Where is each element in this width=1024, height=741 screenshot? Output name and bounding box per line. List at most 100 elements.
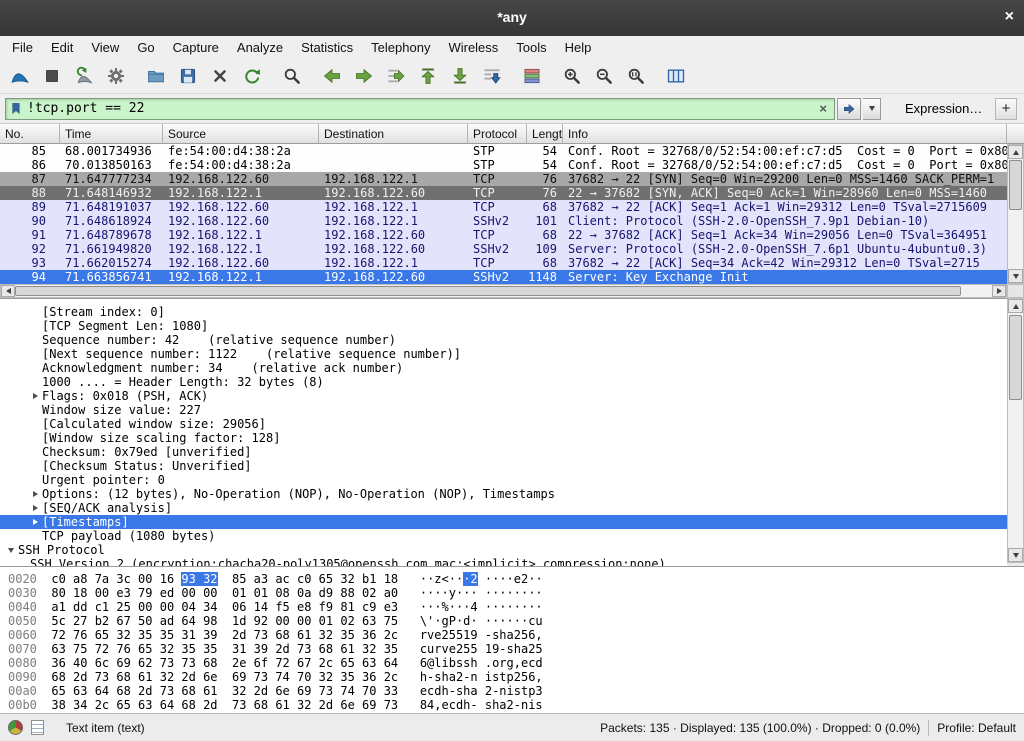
hex-row-0020[interactable]: 0020 c0 a8 7a 3c 00 16 93 32 85 a3 ac c0… [0,572,1024,586]
menu-file[interactable]: File [3,38,42,57]
menu-edit[interactable]: Edit [42,38,82,57]
hex-row-0070[interactable]: 0070 63 75 72 76 65 32 35 35 31 39 2d 73… [0,642,1024,656]
hex-row-0080[interactable]: 0080 36 40 6c 69 62 73 73 68 2e 6f 72 67… [0,656,1024,670]
column-header-length[interactable]: Length [527,124,563,144]
scroll-up-button[interactable] [1008,145,1023,159]
find-packet-button[interactable] [278,63,306,89]
start-capture-button[interactable] [6,63,34,89]
detail-row[interactable]: [Window size scaling factor: 128] [0,431,1007,445]
packet-row-89[interactable]: 8971.648191037192.168.122.60192.168.122.… [0,200,1007,214]
detail-row[interactable]: TCP payload (1080 bytes) [0,529,1007,543]
scroll-right-button[interactable] [992,285,1006,297]
column-header-destination[interactable]: Destination [319,124,468,144]
go-to-packet-button[interactable] [382,63,410,89]
colorize-packets-button[interactable] [518,63,546,89]
packet-row-87[interactable]: 8771.647777234192.168.122.60192.168.122.… [0,172,1007,186]
scroll-left-button[interactable] [1,285,15,297]
reload-file-button[interactable] [238,63,266,89]
filter-apply-button[interactable] [837,98,861,120]
packet-row-86[interactable]: 8670.013850163fe:54:00:d4:38:2aSTP54Conf… [0,158,1007,172]
go-forward-button[interactable] [350,63,378,89]
hex-row-0030[interactable]: 0030 80 18 00 e3 79 ed 00 00 01 01 08 0a… [0,586,1024,600]
menu-tools[interactable]: Tools [507,38,555,57]
hex-row-0040[interactable]: 0040 a1 dd c1 25 00 00 04 34 06 14 f5 e8… [0,600,1024,614]
menu-go[interactable]: Go [128,38,163,57]
restart-capture-button[interactable] [70,63,98,89]
zoom-in-button[interactable] [558,63,586,89]
hex-row-0090[interactable]: 0090 68 2d 73 68 61 32 2d 6e 69 73 74 70… [0,670,1024,684]
menu-help[interactable]: Help [556,38,601,57]
go-last-button[interactable] [446,63,474,89]
scroll-down-button[interactable] [1008,548,1023,562]
packet-row-94[interactable]: 9471.663856741192.168.122.1192.168.122.6… [0,270,1007,284]
menu-view[interactable]: View [82,38,128,57]
filter-bookmark-icon[interactable] [10,101,23,116]
column-header-source[interactable]: Source [163,124,319,144]
menu-telephony[interactable]: Telephony [362,38,439,57]
detail-row[interactable]: Acknowledgment number: 34 (relative ack … [0,361,1007,375]
detail-row[interactable]: Window size value: 227 [0,403,1007,417]
scroll-up-button[interactable] [1008,299,1023,313]
capture-options-button[interactable] [102,63,130,89]
menu-analyze[interactable]: Analyze [228,38,292,57]
detail-row[interactable]: Options: (12 bytes), No-Operation (NOP),… [0,487,1007,501]
filter-add-button[interactable]: + [995,98,1017,120]
auto-scroll-button[interactable] [478,63,506,89]
filter-history-dropdown[interactable] [863,98,881,120]
expander-icon[interactable] [28,393,42,399]
status-profile[interactable]: Profile: Default [937,721,1016,735]
column-header-time[interactable]: Time [60,124,163,144]
expander-icon[interactable] [28,491,42,497]
detail-row[interactable]: Urgent pointer: 0 [0,473,1007,487]
detail-row[interactable]: [Calculated window size: 29056] [0,417,1007,431]
packet-row-90[interactable]: 9071.648618924192.168.122.60192.168.122.… [0,214,1007,228]
detail-row[interactable]: [TCP Segment Len: 1080] [0,319,1007,333]
menu-wireless[interactable]: Wireless [439,38,507,57]
open-file-button[interactable] [142,63,170,89]
zoom-out-button[interactable] [590,63,618,89]
detail-row[interactable]: 1000 .... = Header Length: 32 bytes (8) [0,375,1007,389]
packet-row-85[interactable]: 8568.001734936fe:54:00:d4:38:2aSTP54Conf… [0,144,1007,158]
detail-row[interactable]: [Checksum Status: Unverified] [0,459,1007,473]
capture-comment-icon[interactable] [31,720,44,735]
stop-capture-button[interactable] [38,63,66,89]
column-header-info[interactable]: Info [563,124,1007,144]
column-header-protocol[interactable]: Protocol [468,124,527,144]
go-back-button[interactable] [318,63,346,89]
detail-row[interactable]: Flags: 0x018 (PSH, ACK) [0,389,1007,403]
detail-row[interactable]: [Timestamps] [0,515,1007,529]
go-first-button[interactable] [414,63,442,89]
detail-row[interactable]: [SEQ/ACK analysis] [0,501,1007,515]
expander-icon[interactable] [28,519,42,525]
menu-capture[interactable]: Capture [164,38,228,57]
close-file-button[interactable] [206,63,234,89]
zoom-reset-button[interactable] [622,63,650,89]
detail-scroll-thumb[interactable] [1009,315,1022,400]
detail-row[interactable]: Sequence number: 42 (relative sequence n… [0,333,1007,347]
packet-row-92[interactable]: 9271.661949820192.168.122.1192.168.122.6… [0,242,1007,256]
packet-row-91[interactable]: 9171.648789678192.168.122.1192.168.122.6… [0,228,1007,242]
resize-columns-button[interactable] [662,63,690,89]
detail-row[interactable]: [Next sequence number: 1122 (relative se… [0,347,1007,361]
scroll-down-button[interactable] [1008,269,1023,283]
filter-input[interactable] [27,101,812,116]
menu-statistics[interactable]: Statistics [292,38,362,57]
hex-row-0060[interactable]: 0060 72 76 65 32 35 35 31 39 2d 73 68 61… [0,628,1024,642]
packet-row-93[interactable]: 9371.662015274192.168.122.60192.168.122.… [0,256,1007,270]
packet-list-hscroll-thumb[interactable] [15,286,961,296]
detail-row[interactable]: Checksum: 0x79ed [unverified] [0,445,1007,459]
window-close-button[interactable]: × [1005,8,1014,26]
expander-icon[interactable] [4,548,18,553]
expression-button[interactable]: Expression… [899,99,988,118]
hex-row-00a0[interactable]: 00a0 65 63 64 68 2d 73 68 61 32 2d 6e 69… [0,684,1024,698]
detail-row[interactable]: [Stream index: 0] [0,305,1007,319]
expander-icon[interactable] [28,505,42,511]
expert-info-icon[interactable] [8,720,23,735]
packet-list-scroll-thumb[interactable] [1009,160,1022,210]
filter-clear-icon[interactable]: × [816,101,830,116]
detail-row[interactable]: SSH Protocol [0,543,1007,557]
column-header-no[interactable]: No. [0,124,60,144]
hex-row-00b0[interactable]: 00b0 38 34 2c 65 63 64 68 2d 73 68 61 32… [0,698,1024,712]
packet-row-88[interactable]: 8871.648146932192.168.122.1192.168.122.6… [0,186,1007,200]
hex-row-0050[interactable]: 0050 5c 27 b2 67 50 ad 64 98 1d 92 00 00… [0,614,1024,628]
